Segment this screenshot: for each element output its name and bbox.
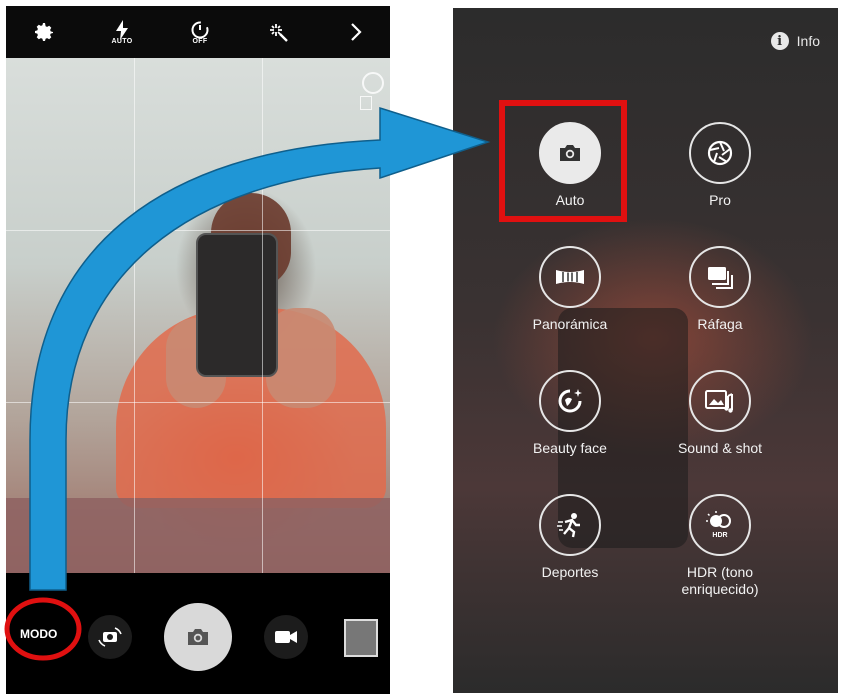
mode-highlight-circle (4, 597, 82, 661)
annotation-overlay (4, 100, 627, 661)
auto-highlight-box (499, 100, 627, 222)
blue-arrow-icon (29, 106, 491, 591)
